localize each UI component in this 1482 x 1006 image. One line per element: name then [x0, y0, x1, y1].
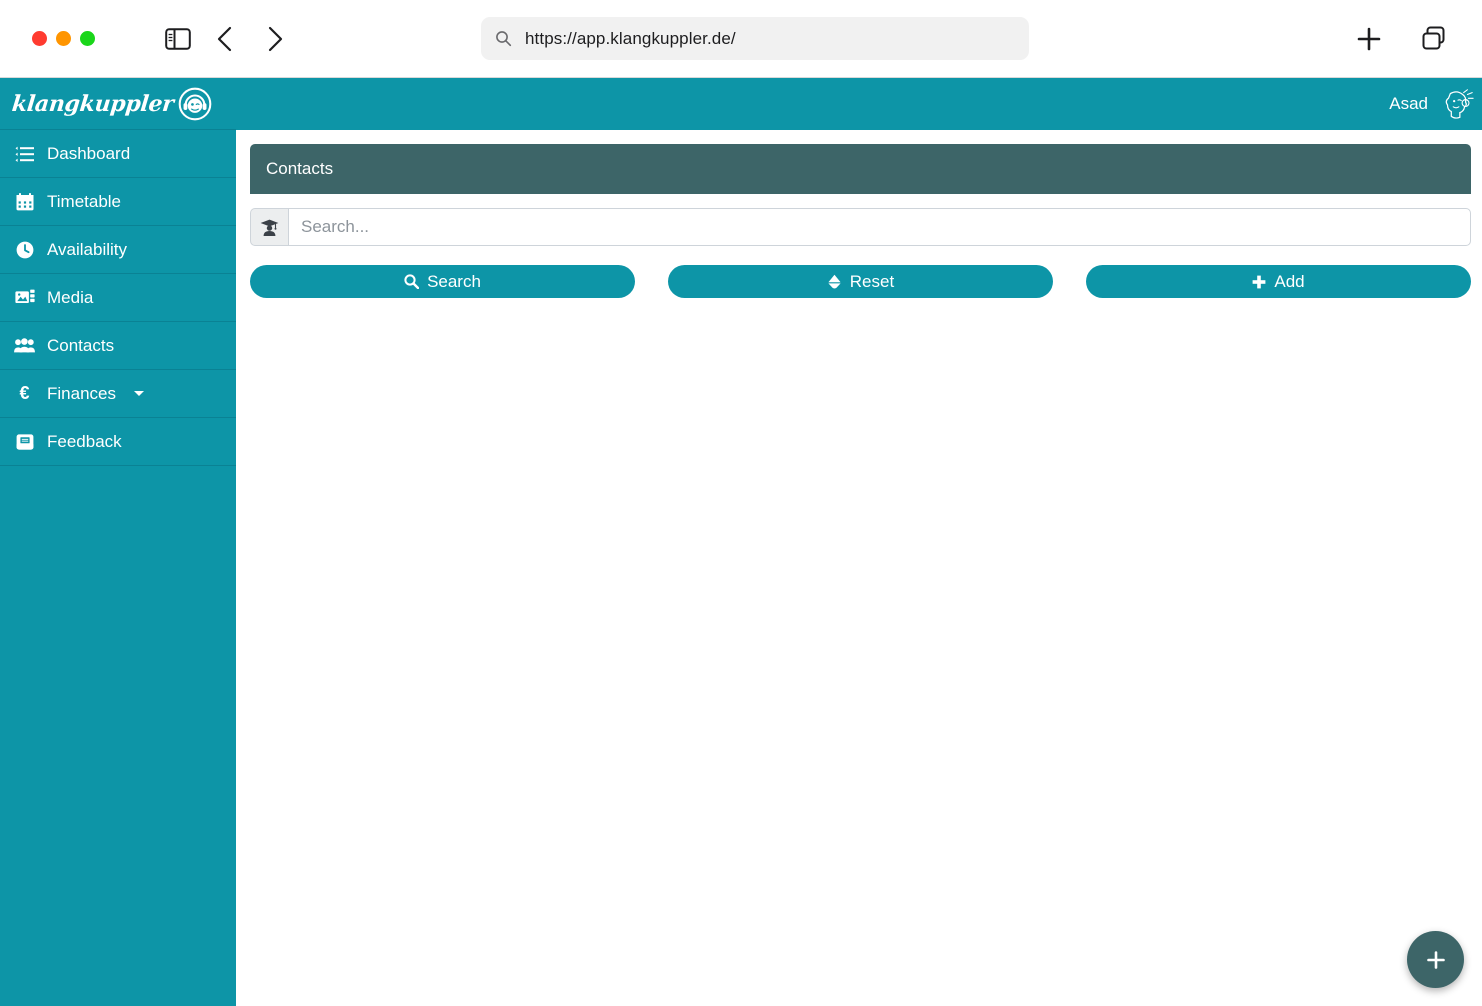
add-button[interactable]: Add	[1086, 265, 1471, 298]
browser-nav-controls	[157, 18, 295, 60]
headphone-mascot-icon	[178, 87, 212, 121]
content-area: Contacts	[236, 130, 1482, 1006]
sidebar-item-label: Finances	[47, 385, 116, 402]
browser-right-controls	[1348, 0, 1456, 78]
browser-toolbar: https://app.klangkuppler.de/	[0, 0, 1482, 78]
back-button[interactable]	[205, 18, 247, 60]
reset-button-label: Reset	[850, 272, 894, 292]
address-bar-container: https://app.klangkuppler.de/	[481, 17, 1029, 60]
plus-icon	[1354, 24, 1384, 54]
reset-button[interactable]: Reset	[668, 265, 1053, 298]
new-tab-button[interactable]	[1348, 18, 1390, 60]
chevron-left-icon	[214, 25, 238, 53]
action-buttons-row: Search Reset	[250, 265, 1471, 298]
search-icon	[495, 30, 512, 47]
sidebar-item-label: Timetable	[47, 193, 121, 210]
user-name: Asad	[1389, 94, 1428, 114]
search-button-label: Search	[427, 272, 481, 292]
search-input[interactable]	[288, 208, 1471, 246]
sidebar-item-finances[interactable]: € Finances	[0, 369, 236, 418]
users-icon	[14, 338, 35, 353]
sidebar-item-availability[interactable]: Availability	[0, 225, 236, 274]
address-bar[interactable]: https://app.klangkuppler.de/	[481, 17, 1029, 60]
sidebar-item-dashboard[interactable]: Dashboard	[0, 129, 236, 178]
eraser-drop-icon	[827, 274, 842, 290]
tab-overview-icon	[1420, 25, 1450, 53]
sidebar-item-feedback[interactable]: Feedback	[0, 417, 236, 466]
calendar-icon	[14, 193, 35, 211]
sidebar-item-label: Dashboard	[47, 145, 130, 162]
user-graduate-icon[interactable]	[250, 208, 288, 246]
sidebar-item-media[interactable]: Media	[0, 273, 236, 322]
minimize-window-button[interactable]	[56, 31, 71, 46]
chevron-right-icon	[262, 25, 286, 53]
inbox-icon	[14, 433, 35, 451]
close-window-button[interactable]	[32, 31, 47, 46]
sidebar-item-label: Contacts	[47, 337, 114, 354]
sidebar-item-label: Feedback	[47, 433, 122, 450]
sidebar: klangkuppler	[0, 78, 236, 1006]
chevron-down-icon	[134, 391, 144, 396]
sidebar-toggle-button[interactable]	[157, 18, 199, 60]
add-button-label: Add	[1274, 272, 1304, 292]
sidebar-item-label: Media	[47, 289, 93, 306]
forward-button[interactable]	[253, 18, 295, 60]
clock-icon	[14, 241, 35, 259]
photo-video-icon	[14, 289, 35, 306]
page-title: Contacts	[266, 159, 333, 179]
search-icon	[404, 274, 419, 289]
maximize-window-button[interactable]	[80, 31, 95, 46]
window-controls	[32, 31, 95, 46]
top-header-bar: Asad	[236, 78, 1482, 130]
panel-title-bar: Contacts	[250, 144, 1471, 194]
app-root: klangkuppler	[0, 78, 1482, 1006]
search-button[interactable]: Search	[250, 265, 635, 298]
brand-name: klangkuppler	[11, 91, 175, 117]
plus-icon	[1252, 275, 1266, 289]
floating-add-button[interactable]	[1407, 931, 1464, 988]
euro-sign-icon: €	[14, 383, 35, 404]
sidebar-item-label: Availability	[47, 241, 127, 258]
tab-overview-button[interactable]	[1414, 18, 1456, 60]
main-area: Asad Contacts	[236, 78, 1482, 1006]
sidebar-item-contacts[interactable]: Contacts	[0, 321, 236, 370]
search-row	[250, 208, 1471, 246]
list-ul-icon	[14, 146, 35, 162]
sidebar-toggle-icon	[165, 28, 191, 50]
sidebar-item-timetable[interactable]: Timetable	[0, 177, 236, 226]
address-bar-text: https://app.klangkuppler.de/	[525, 29, 736, 49]
avatar[interactable]	[1438, 85, 1476, 123]
brand-header[interactable]: klangkuppler	[0, 78, 236, 130]
plus-icon	[1425, 949, 1447, 971]
